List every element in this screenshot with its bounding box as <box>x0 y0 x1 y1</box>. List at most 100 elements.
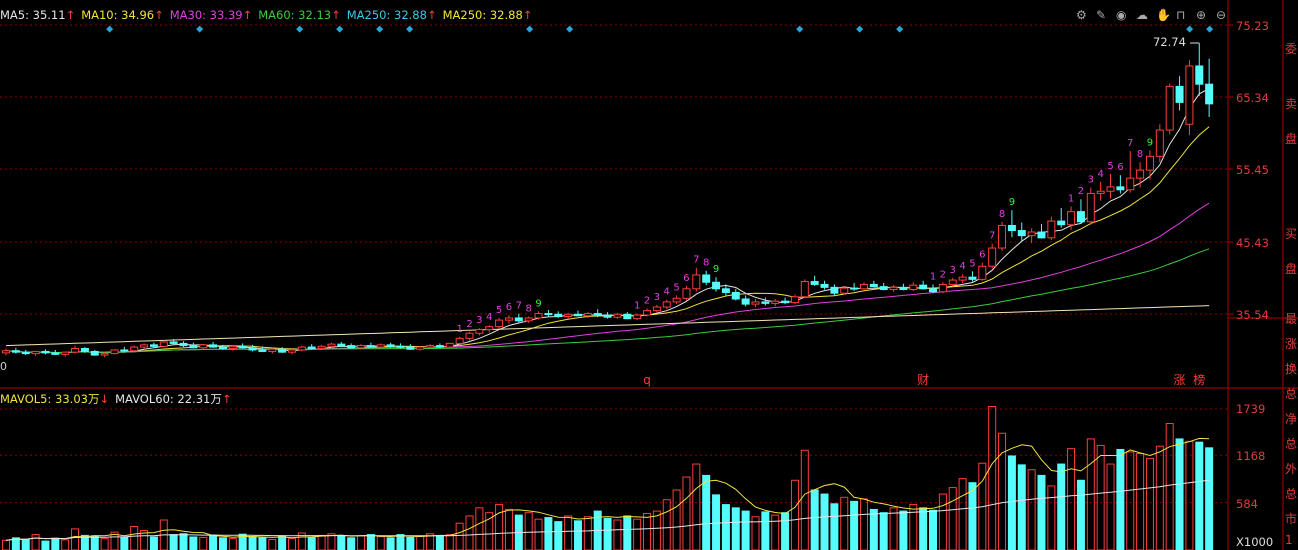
candle-body <box>712 281 721 290</box>
sequence-count: 8 <box>1137 149 1143 160</box>
candle-body <box>1145 155 1154 171</box>
candle-body <box>672 297 681 303</box>
candle-body <box>1155 129 1164 157</box>
volume-bar <box>475 507 484 550</box>
candle-body <box>416 346 425 350</box>
volume-bar <box>1106 463 1115 550</box>
volume-bar <box>1007 455 1016 550</box>
sequence-count: 8 <box>999 209 1005 220</box>
candle-body <box>800 281 809 298</box>
candle-body <box>909 284 918 291</box>
volume-bar <box>445 534 454 550</box>
volume-bar <box>909 504 918 550</box>
side-panel-label: 总 <box>1285 487 1298 501</box>
candle-body <box>485 326 494 331</box>
volume-bar <box>840 496 849 550</box>
candle-body <box>623 313 632 320</box>
volume-bar <box>830 503 839 550</box>
candle-body <box>573 313 582 317</box>
volume-bar <box>643 513 652 550</box>
side-panel-label: 1 <box>1285 533 1293 547</box>
volume-bar <box>958 478 967 550</box>
sequence-count: 4 <box>1097 169 1103 180</box>
candle-body <box>869 283 878 288</box>
candle-body <box>899 286 908 291</box>
volume-bar <box>1096 444 1105 550</box>
candle-body <box>495 319 504 328</box>
volume-bar <box>248 536 257 550</box>
volume-bar <box>810 489 819 550</box>
candle-body <box>337 343 346 347</box>
candle-body <box>1126 177 1135 191</box>
candle-body <box>1116 186 1125 191</box>
volume-bar <box>1057 463 1066 550</box>
volume-bar <box>1067 448 1076 550</box>
sequence-count: 1 <box>930 271 936 282</box>
sequence-count: 5 <box>673 282 679 293</box>
candle-body <box>228 345 237 350</box>
candle-body <box>110 349 119 355</box>
volume-bar <box>820 493 829 550</box>
volume-bar <box>307 536 316 550</box>
info-marker-icon <box>856 25 864 33</box>
volume-bar <box>287 538 296 550</box>
candle-body <box>357 345 366 349</box>
side-panel-label: 盘 <box>1285 262 1298 276</box>
volume-bar <box>554 521 563 550</box>
volume-bar <box>564 515 573 550</box>
volume-bar <box>771 514 780 550</box>
volume-bar <box>347 537 356 550</box>
candle-body <box>1175 85 1184 103</box>
volume-bar <box>366 534 375 550</box>
event-marker: q <box>643 373 651 387</box>
candle-body <box>71 348 80 353</box>
candle-body <box>31 350 40 355</box>
candle-body <box>1096 190 1105 194</box>
candle-body <box>1017 230 1026 237</box>
info-marker-icon <box>526 25 534 33</box>
volume-bar <box>169 534 178 550</box>
volume-bar <box>100 538 109 550</box>
candle-body <box>534 313 543 319</box>
candle-body <box>771 300 780 304</box>
side-panel-label: 盘 <box>1285 132 1298 146</box>
info-marker-icon <box>1206 25 1214 33</box>
candle-body <box>1067 211 1076 226</box>
candle-body <box>366 345 375 348</box>
candle-body <box>287 349 296 353</box>
candle-body <box>643 310 652 316</box>
candle-body <box>406 346 415 350</box>
candle-body <box>721 288 730 293</box>
sequence-count: 7 <box>989 231 995 242</box>
candle-body <box>781 300 790 304</box>
side-panel-label: 净 <box>1285 412 1298 426</box>
volume-bar <box>1076 479 1085 550</box>
volume-bar <box>1195 441 1204 550</box>
candle-body <box>61 351 70 355</box>
candlestick-chart[interactable]: 1 2 3 45 6 7 8 9 1 2 3 4 567 891 2 3 4 56789 12345 6789q 财涨榜 <box>0 0 1298 550</box>
volume-bar <box>948 487 957 550</box>
volume-bar <box>603 517 612 550</box>
volume-bar <box>278 535 287 550</box>
volume-bar <box>1126 451 1135 550</box>
sequence-count: 7 <box>1127 138 1133 149</box>
candle-body <box>396 345 405 348</box>
candle-body <box>218 346 227 350</box>
volume-bar <box>455 522 464 550</box>
candle-body <box>90 350 99 356</box>
volume-bar <box>31 534 40 550</box>
candle-body <box>149 344 158 347</box>
volume-bar <box>524 512 533 550</box>
sequence-count: 9 <box>535 298 541 309</box>
volume-bar <box>741 510 750 550</box>
volume-bar <box>1136 453 1145 550</box>
volume-bar <box>869 508 878 550</box>
volume-bar <box>337 535 346 550</box>
volume-bar <box>662 499 671 550</box>
volume-bar <box>889 507 898 550</box>
candle-body <box>958 276 967 281</box>
sequence-count: 3 <box>950 265 956 276</box>
info-marker-icon <box>896 25 904 33</box>
volume-bar <box>682 476 691 550</box>
info-marker-icon <box>1186 25 1194 33</box>
